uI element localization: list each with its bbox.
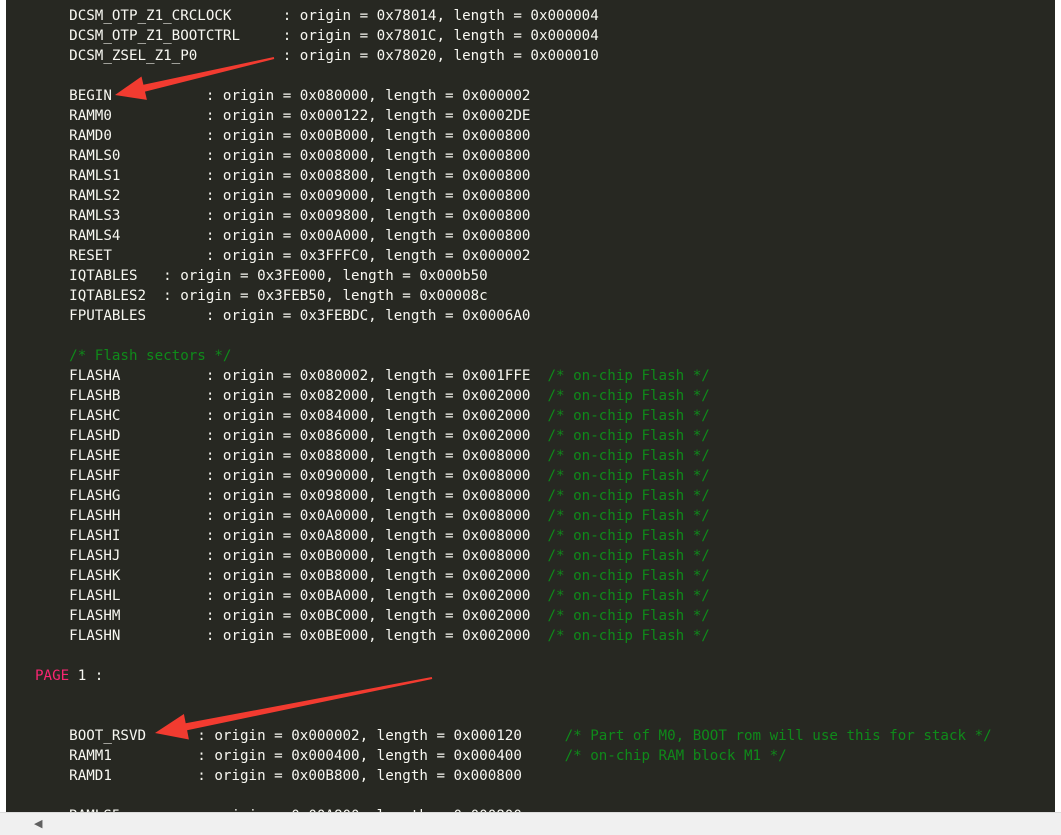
code-line: IQTABLES : origin = 0x3FE000, length = 0… bbox=[35, 266, 488, 286]
code-line: FLASHH : origin = 0x0A0000, length = 0x0… bbox=[35, 506, 710, 526]
code-text: RAMD1 : origin = 0x00B800, length = 0x00… bbox=[35, 768, 522, 784]
code-text: FLASHC : origin = 0x084000, length = 0x0… bbox=[35, 408, 548, 424]
horizontal-scrollbar[interactable]: ◀ bbox=[0, 812, 1061, 835]
code-text: DCSM_OTP_Z1_BOOTCTRL : origin = 0x7801C,… bbox=[35, 28, 599, 44]
code-editor[interactable]: DCSM_OTP_Z1_CRCLOCK : origin = 0x78014, … bbox=[6, 0, 1055, 812]
code-text: FLASHG : origin = 0x098000, length = 0x0… bbox=[35, 488, 548, 504]
code-text: FLASHH : origin = 0x0A0000, length = 0x0… bbox=[35, 508, 548, 524]
code-text: RESET : origin = 0x3FFFC0, length = 0x00… bbox=[35, 248, 531, 264]
code-line: FLASHF : origin = 0x090000, length = 0x0… bbox=[35, 466, 710, 486]
editor-right-border bbox=[1055, 0, 1061, 812]
code-line: FLASHK : origin = 0x0B8000, length = 0x0… bbox=[35, 566, 710, 586]
code-text: FLASHA : origin = 0x080002, length = 0x0… bbox=[35, 368, 548, 384]
code-text: IQTABLES : origin = 0x3FE000, length = 0… bbox=[35, 268, 488, 284]
code-comment: /* on-chip Flash */ bbox=[547, 368, 710, 384]
code-line: IQTABLES2 : origin = 0x3FEB50, length = … bbox=[35, 286, 488, 306]
code-comment: /* on-chip Flash */ bbox=[547, 508, 710, 524]
code-line: FLASHA : origin = 0x080002, length = 0x0… bbox=[35, 366, 710, 386]
code-text: DCSM_OTP_Z1_CRCLOCK : origin = 0x78014, … bbox=[35, 8, 599, 24]
code-line: FLASHG : origin = 0x098000, length = 0x0… bbox=[35, 486, 710, 506]
code-line: /* Flash sectors */ bbox=[35, 346, 231, 366]
code-text: FLASHE : origin = 0x088000, length = 0x0… bbox=[35, 448, 548, 464]
code-line: FPUTABLES : origin = 0x3FEBDC, length = … bbox=[35, 306, 530, 326]
code-line: FLASHM : origin = 0x0BC000, length = 0x0… bbox=[35, 606, 710, 626]
code-comment: /* on-chip Flash */ bbox=[547, 428, 710, 444]
code-comment: /* on-chip RAM block M1 */ bbox=[564, 748, 787, 764]
code-text: FLASHI : origin = 0x0A8000, length = 0x0… bbox=[35, 528, 548, 544]
code-text: RAMLS3 : origin = 0x009800, length = 0x0… bbox=[35, 208, 531, 224]
code-line: BOOT_RSVD : origin = 0x000002, length = … bbox=[35, 726, 992, 746]
code-line: FLASHI : origin = 0x0A8000, length = 0x0… bbox=[35, 526, 710, 546]
code-comment: /* on-chip Flash */ bbox=[547, 408, 710, 424]
scroll-left-arrow-icon[interactable]: ◀ bbox=[34, 818, 42, 830]
code-text: FLASHD : origin = 0x086000, length = 0x0… bbox=[35, 428, 548, 444]
code-line: FLASHL : origin = 0x0BA000, length = 0x0… bbox=[35, 586, 710, 606]
code-line: DCSM_ZSEL_Z1_P0 : origin = 0x78020, leng… bbox=[35, 46, 599, 66]
code-comment: /* on-chip Flash */ bbox=[547, 448, 710, 464]
code-text: RAMLS0 : origin = 0x008000, length = 0x0… bbox=[35, 148, 531, 164]
code-text: FLASHN : origin = 0x0BE000, length = 0x0… bbox=[35, 628, 548, 644]
code-text: RAMLS4 : origin = 0x00A000, length = 0x0… bbox=[35, 228, 531, 244]
code-comment: /* on-chip Flash */ bbox=[547, 548, 710, 564]
code-line: FLASHD : origin = 0x086000, length = 0x0… bbox=[35, 426, 710, 446]
code-comment: /* on-chip Flash */ bbox=[547, 488, 710, 504]
code-comment: /* on-chip Flash */ bbox=[547, 568, 710, 584]
code-line: FLASHN : origin = 0x0BE000, length = 0x0… bbox=[35, 626, 710, 646]
code-comment: /* on-chip Flash */ bbox=[547, 468, 710, 484]
code-text: BOOT_RSVD : origin = 0x000002, length = … bbox=[35, 728, 565, 744]
code-comment: /* Part of M0, BOOT rom will use this fo… bbox=[564, 728, 992, 744]
code-text: RAMM0 : origin = 0x000122, length = 0x00… bbox=[35, 108, 531, 124]
code-line: RESET : origin = 0x3FFFC0, length = 0x00… bbox=[35, 246, 530, 266]
code-comment: /* on-chip Flash */ bbox=[547, 628, 710, 644]
code-text: IQTABLES2 : origin = 0x3FEB50, length = … bbox=[35, 288, 488, 304]
code-comment: /* Flash sectors */ bbox=[69, 348, 232, 364]
code-comment: /* on-chip Flash */ bbox=[547, 528, 710, 544]
code-text: RAMLS1 : origin = 0x008800, length = 0x0… bbox=[35, 168, 531, 184]
code-text: BEGIN : origin = 0x080000, length = 0x00… bbox=[35, 88, 531, 104]
code-line: FLASHE : origin = 0x088000, length = 0x0… bbox=[35, 446, 710, 466]
code-text: FLASHL : origin = 0x0BA000, length = 0x0… bbox=[35, 588, 548, 604]
code-line: BEGIN : origin = 0x080000, length = 0x00… bbox=[35, 86, 530, 106]
code-keyword: PAGE bbox=[35, 668, 70, 684]
code-text: 1 : bbox=[69, 668, 104, 684]
code-text: RAMLS2 : origin = 0x009000, length = 0x0… bbox=[35, 188, 531, 204]
code-line: RAMLS2 : origin = 0x009000, length = 0x0… bbox=[35, 186, 530, 206]
code-line: FLASHB : origin = 0x082000, length = 0x0… bbox=[35, 386, 710, 406]
code-text: FPUTABLES : origin = 0x3FEBDC, length = … bbox=[35, 308, 531, 324]
code-line: DCSM_OTP_Z1_BOOTCTRL : origin = 0x7801C,… bbox=[35, 26, 599, 46]
code-line: PAGE 1 : bbox=[35, 666, 103, 686]
code-line: RAMD1 : origin = 0x00B800, length = 0x00… bbox=[35, 766, 522, 786]
code-line: RAMLS3 : origin = 0x009800, length = 0x0… bbox=[35, 206, 530, 226]
code-line: RAMLS1 : origin = 0x008800, length = 0x0… bbox=[35, 166, 530, 186]
code-line: RAMD0 : origin = 0x00B000, length = 0x00… bbox=[35, 126, 530, 146]
code-text: FLASHJ : origin = 0x0B0000, length = 0x0… bbox=[35, 548, 548, 564]
code-text: FLASHM : origin = 0x0BC000, length = 0x0… bbox=[35, 608, 548, 624]
code-comment: /* on-chip Flash */ bbox=[547, 388, 710, 404]
code-line: RAMLS0 : origin = 0x008000, length = 0x0… bbox=[35, 146, 530, 166]
code-text: FLASHK : origin = 0x0B8000, length = 0x0… bbox=[35, 568, 548, 584]
code-line: DCSM_OTP_Z1_CRCLOCK : origin = 0x78014, … bbox=[35, 6, 599, 26]
code-text: FLASHB : origin = 0x082000, length = 0x0… bbox=[35, 388, 548, 404]
code-text: RAMM1 : origin = 0x000400, length = 0x00… bbox=[35, 748, 565, 764]
code-comment: /* on-chip Flash */ bbox=[547, 608, 710, 624]
code-line: RAMLS4 : origin = 0x00A000, length = 0x0… bbox=[35, 226, 530, 246]
code-text: FLASHF : origin = 0x090000, length = 0x0… bbox=[35, 468, 548, 484]
code-comment: /* on-chip Flash */ bbox=[547, 588, 710, 604]
code-line: RAMM0 : origin = 0x000122, length = 0x00… bbox=[35, 106, 530, 126]
code-line: FLASHJ : origin = 0x0B0000, length = 0x0… bbox=[35, 546, 710, 566]
code-line: FLASHC : origin = 0x084000, length = 0x0… bbox=[35, 406, 710, 426]
code-text: RAMD0 : origin = 0x00B000, length = 0x00… bbox=[35, 128, 531, 144]
code-line: RAMM1 : origin = 0x000400, length = 0x00… bbox=[35, 746, 787, 766]
code-text: DCSM_ZSEL_Z1_P0 : origin = 0x78020, leng… bbox=[35, 48, 599, 64]
